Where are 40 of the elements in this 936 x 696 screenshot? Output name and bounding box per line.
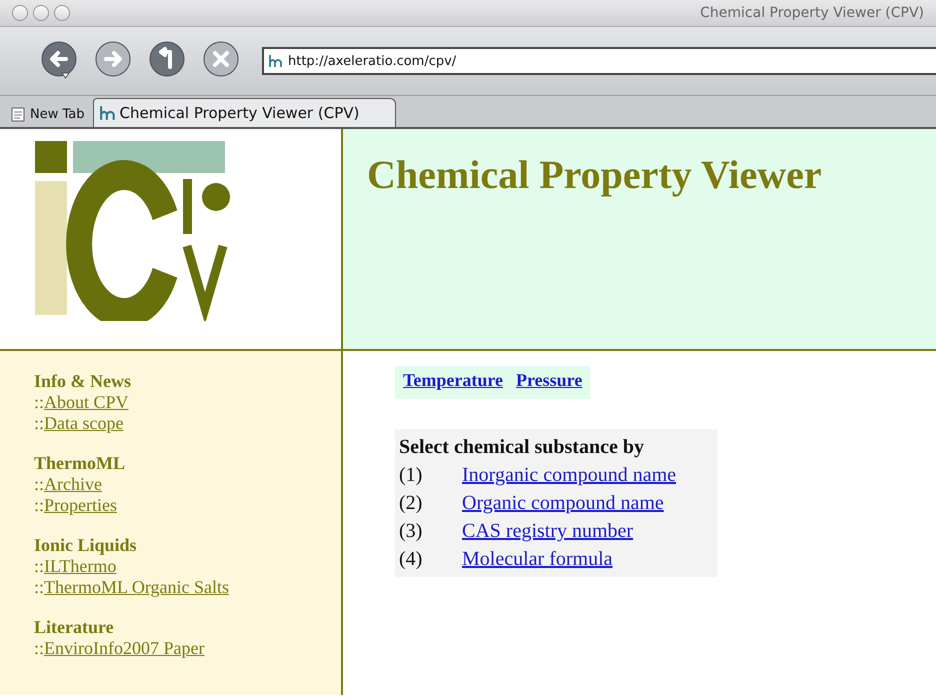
property-link[interactable]: Pressure [516, 370, 582, 391]
option-link[interactable]: Organic compound name [462, 489, 664, 517]
link-prefix: :: [34, 413, 44, 433]
section-title: Ionic Liquids [34, 535, 138, 556]
section-title: Info & News [34, 371, 132, 392]
sidebar-link[interactable]: Data scope [44, 413, 124, 433]
sidebar-link[interactable]: ThermoML Organic Salts [44, 577, 229, 597]
link-prefix: :: [34, 638, 44, 658]
link-prefix: :: [34, 474, 44, 494]
site-icon [268, 54, 284, 68]
zoom-button[interactable] [54, 5, 70, 21]
property-link[interactable]: Temperature [403, 370, 503, 391]
sidebar-link[interactable]: EnviroInfo2007 Paper [44, 638, 204, 658]
option-number: (2) [399, 491, 424, 516]
browser-tab[interactable]: Chemical Property Viewer (CPV) [92, 98, 396, 127]
page-icon [10, 106, 26, 122]
section-title: Literature [34, 617, 115, 638]
link-prefix: :: [34, 392, 44, 412]
link-prefix: :: [34, 556, 44, 576]
page-heading: Chemical Property Viewer [367, 151, 823, 198]
option-link[interactable]: CAS registry number [462, 517, 634, 545]
address-field[interactable]: http://axeleratio.com/cpv/ [262, 47, 936, 75]
option-number: (4) [399, 547, 424, 572]
new-tab-button[interactable]: New Tab [10, 101, 88, 127]
sidebar-link[interactable]: ILThermo [44, 556, 116, 576]
option-number: (1) [399, 463, 424, 488]
option-link[interactable]: Molecular formula [462, 545, 612, 573]
site-icon [98, 105, 118, 121]
option-link[interactable]: Inorganic compound name [462, 461, 676, 489]
sidebar-link[interactable]: Archive [44, 474, 102, 494]
sidebar-link[interactable]: Properties [44, 495, 117, 515]
window-title: Chemical Property Viewer (CPV) [700, 5, 924, 21]
link-prefix: :: [34, 495, 44, 515]
section-title: ThermoML [34, 453, 126, 474]
selection-heading: Select chemical substance by [399, 435, 645, 460]
close-button[interactable] [12, 5, 28, 21]
minimize-button[interactable] [33, 5, 49, 21]
option-number: (3) [399, 519, 424, 544]
sidebar-link[interactable]: About CPV [44, 392, 129, 412]
link-prefix: :: [34, 577, 44, 597]
